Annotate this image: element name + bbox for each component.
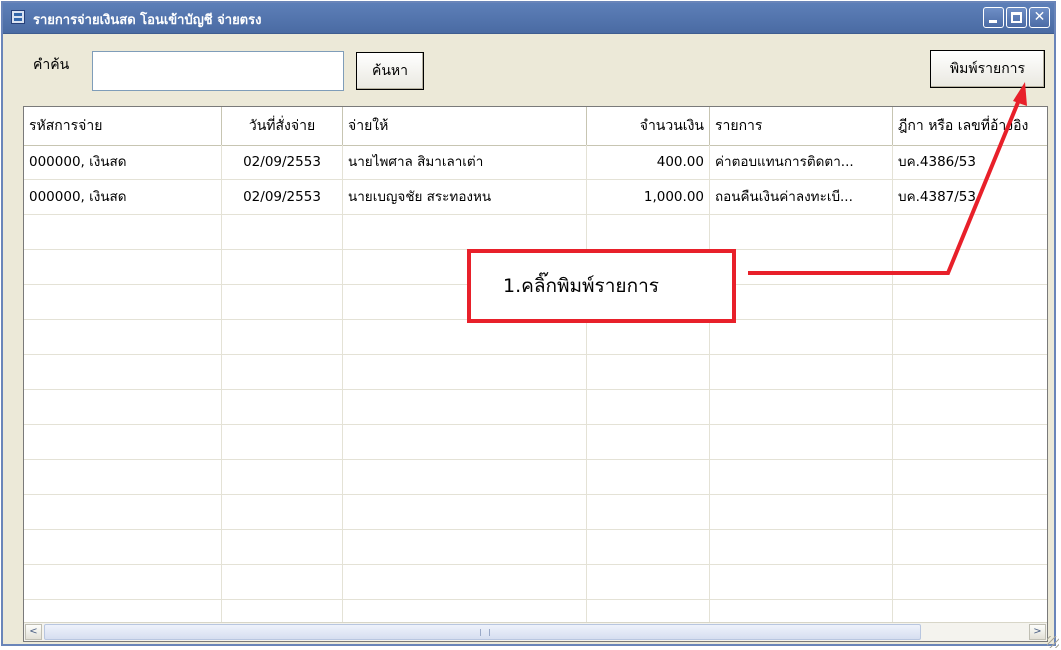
empty-row [24, 530, 1047, 565]
empty-row [24, 425, 1047, 460]
scroll-right-button[interactable]: > [1029, 624, 1046, 640]
cell-payment-code: 000000, เงินสด [24, 180, 222, 215]
cell-payee: นายเบญจชัย สระทองหน [343, 180, 587, 215]
cell-reference: บค.4386/53 [893, 145, 1047, 180]
scrollbar-thumb[interactable] [44, 624, 921, 640]
empty-row [24, 215, 1047, 250]
empty-row [24, 320, 1047, 355]
table-body: 000000, เงินสด 02/09/2553 นายไพศาล สิมาเ… [24, 145, 1047, 635]
cell-payment-date: 02/09/2553 [222, 145, 343, 180]
resize-grip-icon[interactable] [1047, 636, 1059, 648]
cell-payment-code: 000000, เงินสด [24, 145, 222, 180]
column-header-amount[interactable]: จำนวนเงิน [587, 107, 710, 145]
horizontal-scrollbar[interactable]: < > [24, 622, 1047, 641]
minimize-icon [989, 20, 997, 23]
table-row[interactable]: 000000, เงินสด 02/09/2553 นายไพศาล สิมาเ… [24, 145, 1047, 180]
empty-row [24, 355, 1047, 390]
empty-row [24, 460, 1047, 495]
maximize-icon [1011, 12, 1022, 23]
empty-row [24, 565, 1047, 600]
cell-description: ค่าตอบแทนการติดตา... [710, 145, 893, 180]
close-button[interactable]: ✕ [1029, 7, 1050, 28]
search-input[interactable] [92, 51, 344, 91]
cell-payment-date: 02/09/2553 [222, 180, 343, 215]
search-button[interactable]: ค้นหา [356, 52, 424, 90]
close-icon: ✕ [1033, 9, 1046, 25]
window-title: รายการจ่ายเงินสด โอนเข้าบัญชี จ่ายตรง [33, 13, 262, 28]
cell-amount: 400.00 [587, 145, 710, 180]
cell-reference: บค.4387/53 [893, 180, 1047, 215]
grip-icon [480, 629, 490, 636]
column-header-payment-date[interactable]: วันที่สั่งจ่าย [222, 107, 343, 145]
table-header: รหัสการจ่าย วันที่สั่งจ่าย จ่ายให้ จำนวน… [24, 107, 1047, 146]
window-icon [11, 10, 25, 24]
empty-row [24, 390, 1047, 425]
print-list-button[interactable]: พิมพ์รายการ [930, 50, 1045, 88]
title-bar[interactable]: รายการจ่ายเงินสด โอนเข้าบัญชี จ่ายตรง ✕ [3, 3, 1054, 34]
cell-description: ถอนคืนเงินค่าลงทะเบี... [710, 180, 893, 215]
column-header-reference[interactable]: ฎีกา หรือ เลขที่อ้างอิง [893, 107, 1047, 145]
minimize-button[interactable] [983, 7, 1004, 28]
chevron-right-icon: > [1033, 626, 1042, 637]
scroll-left-button[interactable]: < [25, 624, 42, 640]
table-row[interactable]: 000000, เงินสด 02/09/2553 นายเบญจชัย สระ… [24, 180, 1047, 215]
chevron-left-icon: < [29, 626, 38, 637]
instruction-callout: 1.คลิ๊กพิมพ์รายการ [467, 249, 736, 323]
search-label: คำค้น [33, 57, 70, 73]
cell-payee: นายไพศาล สิมาเลาเต่า [343, 145, 587, 180]
payment-table[interactable]: รหัสการจ่าย วันที่สั่งจ่าย จ่ายให้ จำนวน… [23, 106, 1048, 642]
maximize-button[interactable] [1006, 7, 1027, 28]
cell-amount: 1,000.00 [587, 180, 710, 215]
empty-row [24, 495, 1047, 530]
column-header-description[interactable]: รายการ [710, 107, 893, 145]
column-header-payment-code[interactable]: รหัสการจ่าย [24, 107, 222, 145]
column-header-payee[interactable]: จ่ายให้ [343, 107, 587, 145]
